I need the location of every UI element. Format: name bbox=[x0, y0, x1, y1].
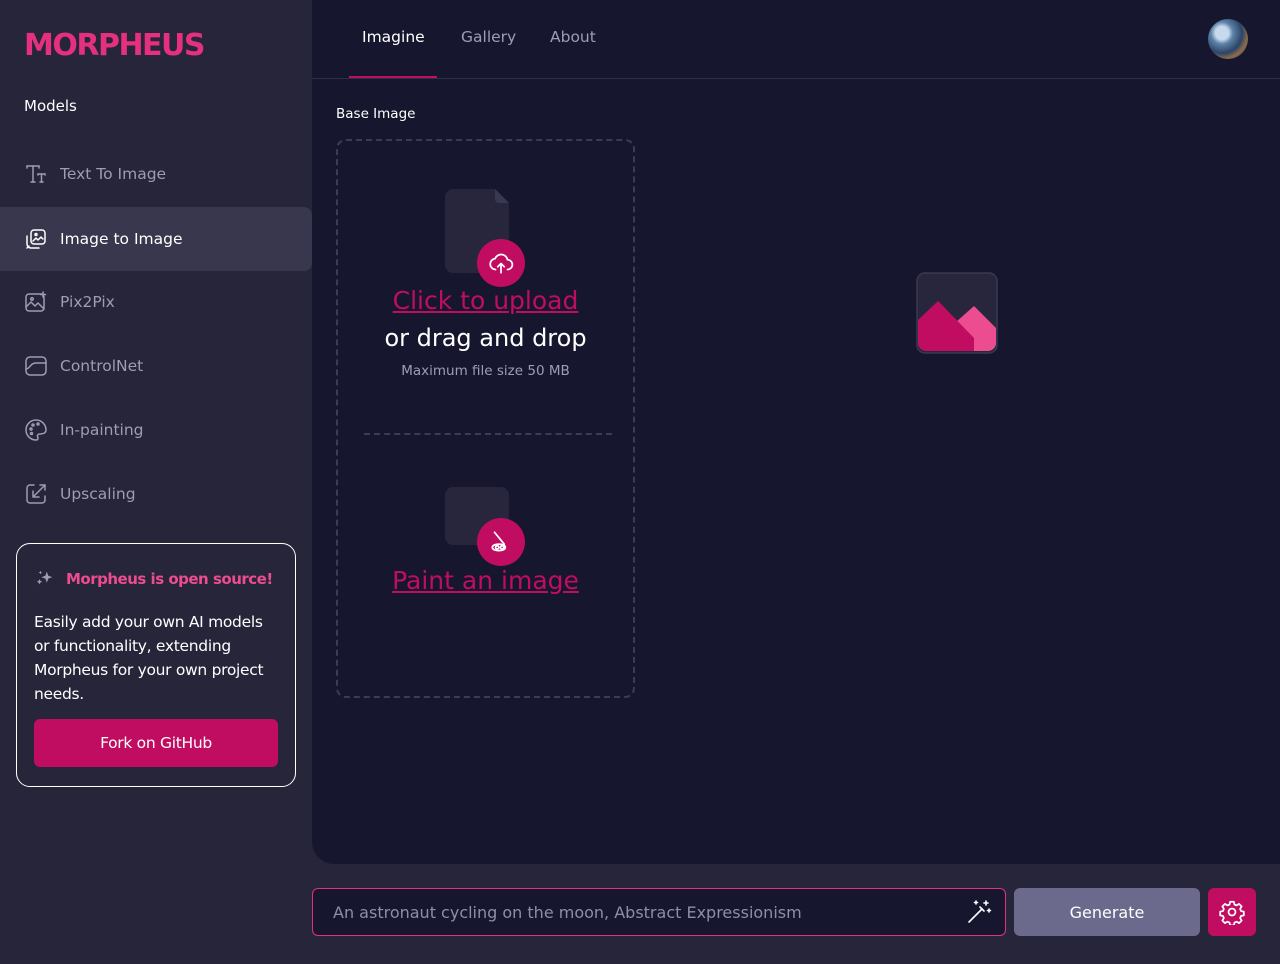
sidebar-item-label: Pix2Pix bbox=[60, 293, 115, 311]
sidebar-item-label: Image to Image bbox=[60, 230, 183, 248]
sidebar-item-upscaling[interactable]: Upscaling bbox=[0, 462, 312, 526]
active-tab-indicator bbox=[349, 76, 437, 78]
open-source-card: Morpheus is open source! Easily add your… bbox=[16, 543, 296, 787]
sidebar: MORPHEUS Models Text To Image Image to I… bbox=[0, 0, 312, 964]
drag-and-drop-text: or drag and drop bbox=[384, 324, 587, 352]
sidebar-item-label: ControlNet bbox=[60, 357, 144, 375]
gear-icon bbox=[1219, 900, 1245, 925]
sidebar-item-in-painting[interactable]: In-painting bbox=[0, 398, 312, 462]
sidebar-item-label: Upscaling bbox=[60, 485, 136, 503]
max-file-size-text: Maximum file size 50 MB bbox=[401, 363, 570, 379]
click-to-upload-link[interactable]: Click to upload bbox=[338, 286, 633, 315]
top-navigation: Imagine Gallery About bbox=[312, 0, 1280, 79]
sidebar-item-pix2pix[interactable]: Pix2Pix bbox=[0, 270, 312, 334]
promo-text: Easily add your own AI models or functio… bbox=[34, 613, 264, 703]
image-swap-icon bbox=[24, 227, 48, 251]
image-placeholder-icon bbox=[916, 272, 998, 354]
upscale-icon bbox=[24, 482, 48, 506]
base-image-dropzone[interactable]: Click to upload or drag and drop Maximum… bbox=[336, 139, 635, 698]
controlnet-icon bbox=[24, 354, 48, 378]
text-icon bbox=[24, 162, 48, 186]
main-panel: Imagine Gallery About Base Image Click t… bbox=[312, 0, 1280, 864]
settings-button[interactable] bbox=[1208, 888, 1256, 936]
tab-imagine[interactable]: Imagine bbox=[362, 28, 425, 46]
user-avatar[interactable] bbox=[1208, 19, 1248, 59]
tab-gallery[interactable]: Gallery bbox=[461, 28, 516, 46]
sidebar-item-text-to-image[interactable]: Text To Image bbox=[0, 142, 312, 206]
models-heading: Models bbox=[24, 97, 77, 115]
tab-about[interactable]: About bbox=[550, 28, 596, 46]
sidebar-item-label: In-painting bbox=[60, 421, 144, 439]
sidebar-item-controlnet[interactable]: ControlNet bbox=[0, 334, 312, 398]
upload-icon bbox=[477, 239, 525, 287]
sidebar-item-image-to-image[interactable]: Image to Image bbox=[0, 207, 312, 271]
promo-title: Morpheus is open source! bbox=[66, 570, 273, 588]
magic-wand-icon[interactable] bbox=[965, 898, 993, 926]
image-sparkle-icon bbox=[24, 290, 48, 314]
sparkles-icon bbox=[34, 568, 56, 590]
prompt-box bbox=[312, 888, 1006, 936]
generate-button[interactable]: Generate bbox=[1014, 888, 1200, 936]
fork-on-github-button[interactable]: Fork on GitHub bbox=[34, 719, 278, 767]
dropzone-divider bbox=[364, 433, 612, 435]
promo-title-row: Morpheus is open source! bbox=[34, 568, 278, 590]
paint-an-image-link[interactable]: Paint an image bbox=[338, 566, 633, 595]
palette-icon bbox=[24, 418, 48, 442]
base-image-label: Base Image bbox=[336, 106, 416, 122]
sidebar-item-label: Text To Image bbox=[60, 165, 167, 183]
prompt-input[interactable] bbox=[313, 889, 965, 935]
paint-brush-icon bbox=[477, 518, 525, 566]
brand-logo[interactable]: MORPHEUS bbox=[24, 28, 206, 63]
